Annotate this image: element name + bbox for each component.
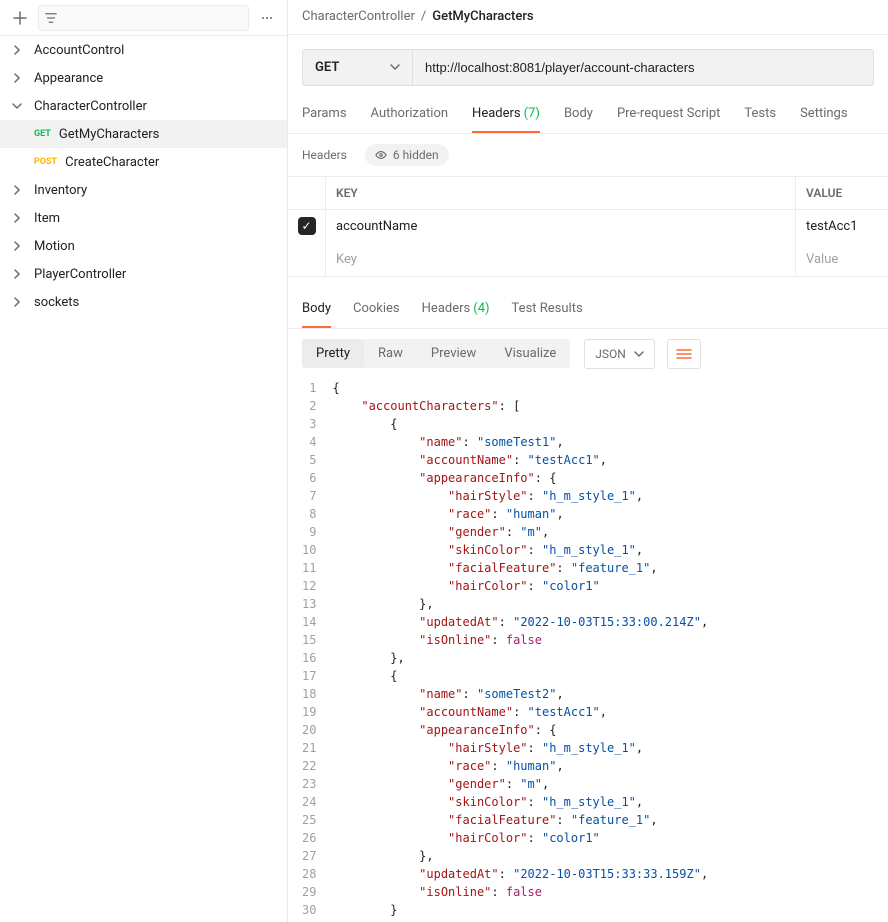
col-key: KEY (326, 177, 796, 209)
tab-authorization[interactable]: Authorization (371, 96, 449, 133)
table-row[interactable]: ✓accountNametestAcc1 (288, 210, 888, 243)
url-bar: GET (302, 49, 874, 86)
options-button[interactable] (255, 6, 279, 30)
tab-headers[interactable]: Headers(7) (472, 96, 540, 133)
header-key-cell[interactable]: accountName (326, 210, 796, 243)
table-empty-row[interactable]: Key Value (288, 243, 888, 276)
chevron-down-icon (10, 99, 24, 113)
sidebar-folder[interactable]: Appearance (0, 64, 287, 92)
chevron-right-icon (10, 295, 24, 309)
collection-tree: AccountControl Appearance CharacterControl… (0, 36, 287, 316)
value-input-placeholder[interactable]: Value (796, 243, 888, 276)
folder-label: AccountControl (34, 43, 124, 58)
resp-tab-body[interactable]: Body (302, 291, 331, 328)
response-body-viewer[interactable]: 1234567891011121314151617181920212223242… (288, 379, 888, 922)
tab-tests[interactable]: Tests (744, 96, 776, 133)
filter-icon (45, 12, 57, 24)
chevron-right-icon (10, 211, 24, 225)
url-input[interactable] (413, 50, 873, 85)
main-panel: CharacterController / GetMyCharacters GE… (288, 0, 888, 922)
breadcrumb-sep: / (421, 9, 426, 24)
resp-tab-cookies[interactable]: Cookies (353, 291, 400, 328)
sidebar-folder[interactable]: AccountControl (0, 36, 287, 64)
headers-label: Headers (302, 148, 347, 162)
table-header-row: KEY VALUE (288, 177, 888, 210)
sidebar-request[interactable]: POST CreateCharacter (0, 148, 287, 176)
sidebar-request[interactable]: GET GetMyCharacters (0, 120, 287, 148)
tab-body[interactable]: Body (564, 96, 593, 133)
language-select[interactable]: JSON (584, 339, 655, 369)
sidebar-toolbar (0, 0, 287, 36)
request-tabs: Params Authorization Headers(7) Body Pre… (288, 96, 888, 134)
tab-settings[interactable]: Settings (800, 96, 847, 133)
new-button[interactable] (8, 6, 32, 30)
chevron-right-icon (10, 239, 24, 253)
sidebar-folder[interactable]: PlayerController (0, 260, 287, 288)
viewer-toolbar: Pretty Raw Preview Visualize JSON (288, 329, 888, 379)
filter-input[interactable] (38, 5, 249, 31)
view-raw[interactable]: Raw (364, 339, 417, 368)
chevron-right-icon (10, 183, 24, 197)
request-label: GetMyCharacters (59, 127, 159, 142)
chevron-right-icon (10, 71, 24, 85)
wrap-toggle[interactable] (667, 339, 701, 369)
folder-label: sockets (34, 295, 79, 310)
folder-label: Item (34, 211, 60, 226)
method-label: GET (315, 60, 339, 75)
view-preview[interactable]: Preview (417, 339, 490, 368)
key-input-placeholder[interactable]: Key (326, 243, 796, 276)
tab-prerequest[interactable]: Pre-request Script (617, 96, 720, 133)
folder-label: Appearance (34, 71, 103, 86)
sidebar-folder[interactable]: Inventory (0, 176, 287, 204)
chevron-down-icon (390, 62, 400, 72)
sidebar: AccountControl Appearance CharacterControl… (0, 0, 288, 922)
folder-label: Motion (34, 239, 75, 254)
breadcrumb: CharacterController / GetMyCharacters (288, 0, 888, 35)
method-select[interactable]: GET (303, 50, 413, 85)
chevron-right-icon (10, 267, 24, 281)
row-checkbox[interactable]: ✓ (288, 210, 326, 243)
method-tag: GET (34, 129, 51, 139)
request-label: CreateCharacter (65, 155, 159, 170)
response-tabs: Body Cookies Headers(4) Test Results (288, 291, 888, 329)
resp-tab-headers[interactable]: Headers(4) (422, 291, 490, 328)
headers-subbar: Headers 6 hidden (288, 134, 888, 176)
sidebar-folder[interactable]: sockets (0, 288, 287, 316)
headers-table: KEY VALUE ✓accountNametestAcc1 Key Value (288, 176, 888, 277)
chevron-down-icon (634, 349, 644, 359)
sidebar-folder[interactable]: CharacterController (0, 92, 287, 120)
tab-params[interactable]: Params (302, 96, 347, 133)
method-tag: POST (34, 157, 57, 167)
breadcrumb-parent[interactable]: CharacterController (302, 9, 415, 24)
folder-label: Inventory (34, 183, 87, 198)
eye-icon (375, 149, 387, 161)
view-tabs: Pretty Raw Preview Visualize (302, 339, 570, 368)
folder-label: CharacterController (34, 99, 147, 114)
view-visualize[interactable]: Visualize (490, 339, 570, 368)
view-pretty[interactable]: Pretty (302, 339, 364, 368)
header-value-cell[interactable]: testAcc1 (796, 210, 888, 243)
breadcrumb-current: GetMyCharacters (432, 9, 533, 24)
folder-label: PlayerController (34, 267, 126, 282)
chevron-right-icon (10, 43, 24, 57)
sidebar-folder[interactable]: Item (0, 204, 287, 232)
hidden-headers-toggle[interactable]: 6 hidden (365, 144, 449, 166)
sidebar-folder[interactable]: Motion (0, 232, 287, 260)
resp-tab-tests[interactable]: Test Results (512, 291, 583, 328)
col-value: VALUE (796, 177, 888, 209)
